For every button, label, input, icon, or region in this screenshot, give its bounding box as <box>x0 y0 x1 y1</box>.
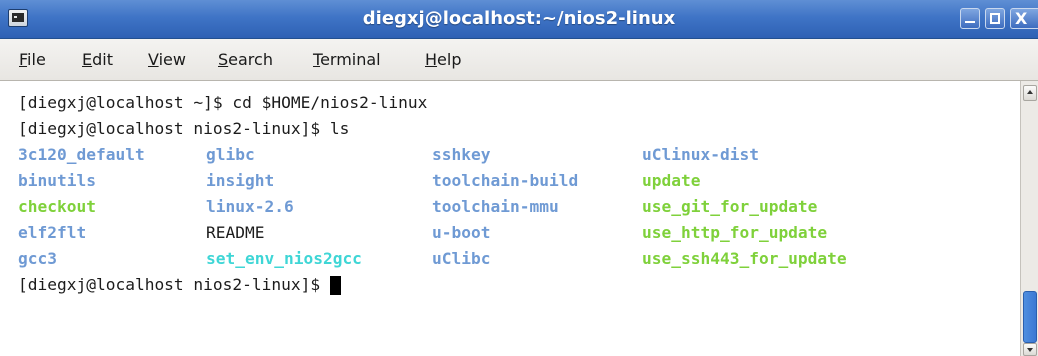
ls-entry: use_git_for_update <box>642 197 818 216</box>
menu-view[interactable]: View <box>148 39 186 80</box>
title-bar[interactable]: diegxj@localhost:~/nios2-linux X <box>0 0 1038 39</box>
menu-view-mnemonic: V <box>148 50 159 69</box>
menu-help[interactable]: Help <box>425 39 461 80</box>
menu-edit-mnemonic: E <box>82 50 93 69</box>
ls-entry: binutils <box>18 171 96 190</box>
cursor <box>329 273 341 297</box>
terminal-line-2: [diegxj@localhost nios2-linux]$ ls <box>18 119 350 138</box>
terminal-window: diegxj@localhost:~/nios2-linux X File Ed… <box>0 0 1038 356</box>
ls-entry: elf2flt <box>18 223 87 242</box>
scroll-thumb[interactable] <box>1023 291 1037 343</box>
maximize-icon <box>990 13 1000 24</box>
menu-file-label: ile <box>27 50 46 69</box>
ls-entry: use_http_for_update <box>642 223 828 242</box>
prompt-line: [diegxj@localhost nios2-linux]$ <box>18 273 341 297</box>
menu-terminal[interactable]: Terminal <box>313 39 381 80</box>
ls-entry: checkout <box>18 197 96 216</box>
terminal-line-1: [diegxj@localhost ~]$ cd $HOME/nios2-lin… <box>18 93 428 112</box>
menu-view-label: iew <box>158 50 186 69</box>
menu-edit[interactable]: Edit <box>82 39 113 80</box>
ls-entry: toolchain-build <box>432 171 579 190</box>
minimize-button[interactable] <box>960 8 980 29</box>
ls-entry: glibc <box>206 145 255 164</box>
ls-entry: u-boot <box>432 223 491 242</box>
ls-entry: sshkey <box>432 145 491 164</box>
ls-entry: set_env_nios2gcc <box>206 249 362 268</box>
menu-search[interactable]: Search <box>218 39 273 80</box>
menu-search-label: earch <box>228 50 273 69</box>
menu-help-label: elp <box>437 50 462 69</box>
menu-edit-label: dit <box>92 50 113 69</box>
ls-entry: 3c120_default <box>18 145 145 164</box>
menu-terminal-mnemonic: T <box>313 50 321 69</box>
ls-entry: linux-2.6 <box>206 197 294 216</box>
close-icon: X <box>1015 9 1028 28</box>
ls-entry: use_ssh443_for_update <box>642 249 847 268</box>
window-title: diegxj@localhost:~/nios2-linux <box>362 8 676 29</box>
menu-file-mnemonic: F <box>19 50 28 69</box>
prompt: [diegxj@localhost nios2-linux]$ <box>18 275 330 294</box>
ls-entry: insight <box>206 171 275 190</box>
close-button[interactable]: X <box>1010 8 1038 29</box>
vertical-scrollbar[interactable] <box>1020 81 1038 356</box>
menu-file[interactable]: File <box>19 39 46 80</box>
menu-help-mnemonic: H <box>425 50 438 69</box>
scroll-up-arrow-icon[interactable] <box>1023 85 1037 101</box>
menu-terminal-label: erminal <box>320 50 381 69</box>
ls-entry: toolchain-mmu <box>432 197 559 216</box>
terminal-output[interactable]: [diegxj@localhost ~]$ cd $HOME/nios2-lin… <box>0 81 1020 356</box>
ls-entry: gcc3 <box>18 249 57 268</box>
scroll-down-arrow-icon[interactable] <box>1023 343 1037 356</box>
menu-bar: File Edit View Search Terminal Help <box>0 39 1038 81</box>
text-cursor <box>329 276 341 295</box>
ls-entry: update <box>642 171 701 190</box>
menu-search-mnemonic: S <box>218 50 229 69</box>
maximize-button[interactable] <box>985 8 1005 29</box>
ls-entry: uClibc <box>432 249 491 268</box>
minimize-icon <box>965 21 975 23</box>
ls-entry: README <box>206 223 265 242</box>
ls-entry: uClinux-dist <box>642 145 759 164</box>
